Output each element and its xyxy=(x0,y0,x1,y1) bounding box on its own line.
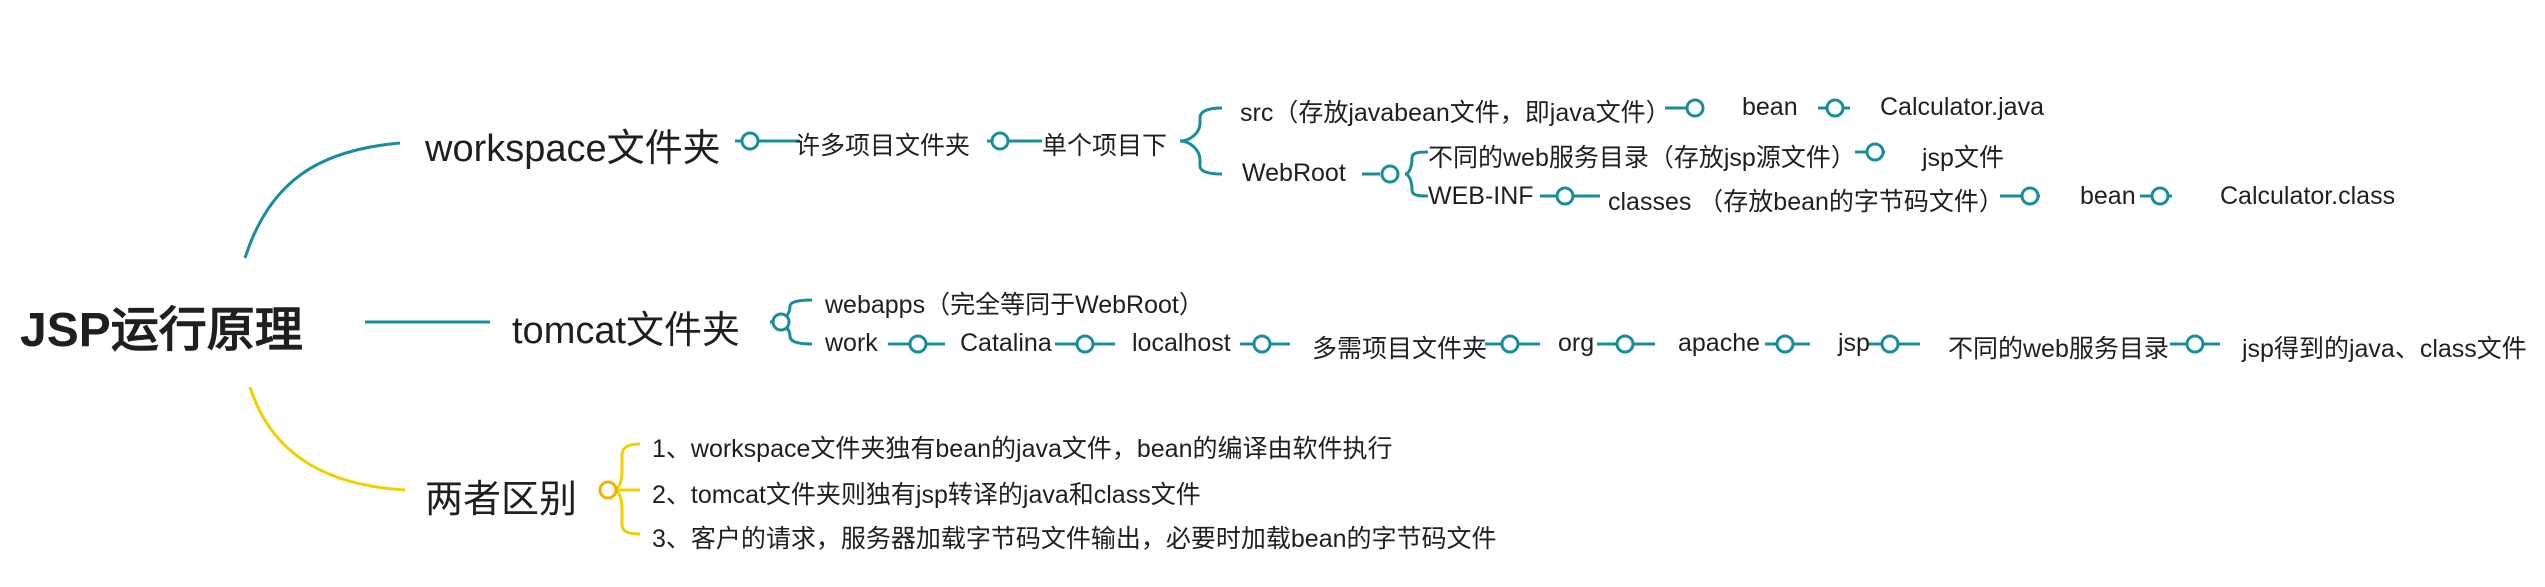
node-single-project[interactable]: 单个项目下 xyxy=(1042,126,1167,162)
root-node[interactable]: JSP运行原理 xyxy=(20,290,303,360)
node-webapps[interactable]: webapps（完全等同于WebRoot） xyxy=(825,285,1204,321)
diff-item-2[interactable]: 2、tomcat文件夹则独有jsp转译的java和class文件 xyxy=(652,475,1201,511)
branch-tomcat[interactable]: tomcat文件夹 xyxy=(512,299,740,354)
diff-item-3[interactable]: 3、客户的请求，服务器加载字节码文件输出，必要时加载bean的字节码文件 xyxy=(652,519,1497,555)
node-web-service-dirs[interactable]: 不同的web服务目录 xyxy=(1948,329,2169,365)
node-localhost[interactable]: localhost xyxy=(1132,329,1231,358)
diff-item-1[interactable]: 1、workspace文件夹独有bean的java文件，bean的编译由软件执行 xyxy=(652,429,1393,465)
node-multi-projects[interactable]: 多需项目文件夹 xyxy=(1312,329,1487,365)
connector-root-workspace xyxy=(243,141,401,259)
connector-root-diff xyxy=(248,386,406,492)
branch-workspace[interactable]: workspace文件夹 xyxy=(425,117,721,172)
node-web-dirs[interactable]: 不同的web服务目录（存放jsp源文件） xyxy=(1428,138,1856,174)
branch-diff[interactable]: 两者区别 xyxy=(425,468,577,523)
node-calculator-java[interactable]: Calculator.java xyxy=(1880,93,2044,122)
node-jsp-output[interactable]: jsp得到的java、class文件 xyxy=(2242,329,2527,365)
node-src[interactable]: src（存放javabean文件，即java文件） xyxy=(1240,93,1671,129)
node-jsp-files[interactable]: jsp文件 xyxy=(1922,138,2004,174)
node-org[interactable]: org xyxy=(1558,329,1594,358)
node-jsp[interactable]: jsp xyxy=(1838,329,1870,358)
mind-map-connectors xyxy=(243,98,2220,536)
node-work[interactable]: work xyxy=(825,329,878,358)
node-classes-bean[interactable]: bean xyxy=(2080,182,2136,211)
node-web-inf[interactable]: WEB-INF xyxy=(1428,182,1534,211)
node-classes[interactable]: classes （存放bean的字节码文件） xyxy=(1608,182,2004,218)
node-src-bean[interactable]: bean xyxy=(1742,93,1798,122)
node-many-projects[interactable]: 许多项目文件夹 xyxy=(795,126,970,162)
node-calculator-class[interactable]: Calculator.class xyxy=(2220,182,2395,211)
node-catalina[interactable]: Catalina xyxy=(960,329,1052,358)
node-webroot[interactable]: WebRoot xyxy=(1242,159,1346,188)
node-apache[interactable]: apache xyxy=(1678,329,1760,358)
